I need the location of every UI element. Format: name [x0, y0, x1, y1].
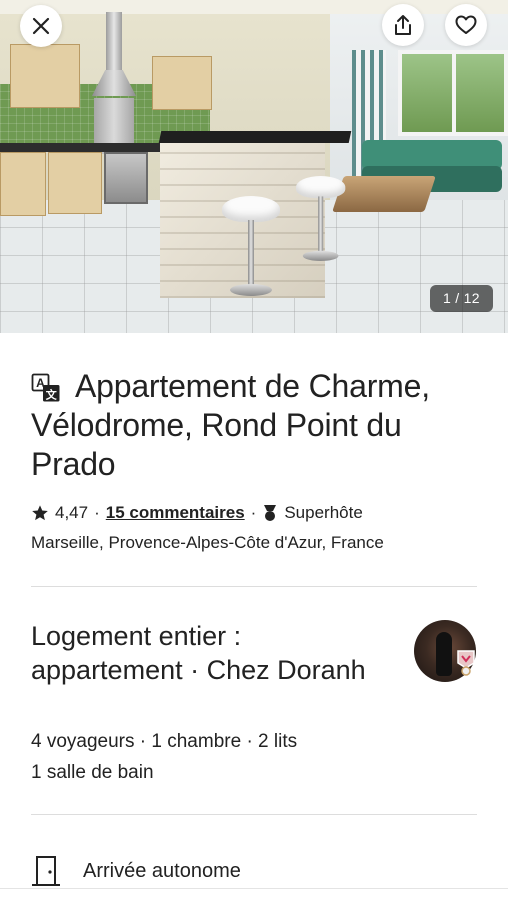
photo-coffee-table — [332, 176, 436, 212]
photo-lower-cabinet — [48, 152, 102, 214]
feature-self-checkin: Arrivée autonome — [31, 855, 477, 887]
superhost-badge-icon — [457, 650, 475, 676]
photo-lower-cabinet — [0, 152, 46, 216]
photo-oven — [104, 152, 148, 204]
photo-upper-cabinet — [152, 56, 212, 110]
photo-upper-cabinet — [10, 44, 80, 108]
share-icon — [395, 15, 411, 35]
separator-dot: · — [94, 503, 100, 522]
divider — [31, 814, 477, 815]
rating-row: 4,47 · 15 commentaires · Superhôte — [31, 503, 477, 523]
bathroom-line: 1 salle de bain — [31, 762, 154, 783]
photo-range-hood — [92, 12, 136, 154]
door-icon — [32, 856, 60, 886]
photo-window — [398, 50, 508, 136]
favorite-button[interactable] — [445, 4, 487, 46]
rating-value: 4,47 — [55, 503, 89, 522]
close-button[interactable] — [20, 5, 62, 47]
feature-label: Arrivée autonome — [83, 859, 241, 882]
svg-text:文: 文 — [46, 388, 58, 402]
superhost-label: Superhôte — [284, 503, 363, 522]
separator-dot: · — [250, 503, 257, 522]
listing-title: Appartement de Charme, Vélodrome, Rond P… — [31, 368, 430, 482]
bottom-edge-line — [0, 888, 508, 889]
listing-photo[interactable]: 1 / 12 — [0, 0, 508, 333]
photo-counter: 1 / 12 — [430, 285, 493, 312]
medal-icon — [264, 505, 277, 521]
host-section-title: Logement entier : appartement · Chez Dor… — [31, 621, 366, 685]
location-link[interactable]: Marseille, Provence-Alpes-Côte d'Azur, F… — [31, 533, 384, 553]
capacity-line: 4 voyageurs · 1 chambre · 2 lits — [31, 731, 298, 752]
share-button[interactable] — [382, 4, 424, 46]
photo-bar-top — [158, 131, 352, 143]
divider — [31, 586, 477, 587]
photo-ceiling — [0, 0, 508, 14]
reviews-link[interactable]: 15 commentaires — [106, 503, 245, 523]
title-row: A 文 Appartement de Charme, Vélodrome, Ro… — [31, 367, 477, 484]
heart-icon — [455, 15, 477, 34]
host-avatar[interactable] — [414, 620, 476, 682]
star-icon — [32, 505, 48, 521]
listing-capacity: 4 voyageurs · 1 chambre · 2 lits 1 salle… — [31, 726, 297, 788]
translate-icon[interactable]: A 文 — [31, 373, 61, 403]
close-icon — [32, 17, 50, 35]
